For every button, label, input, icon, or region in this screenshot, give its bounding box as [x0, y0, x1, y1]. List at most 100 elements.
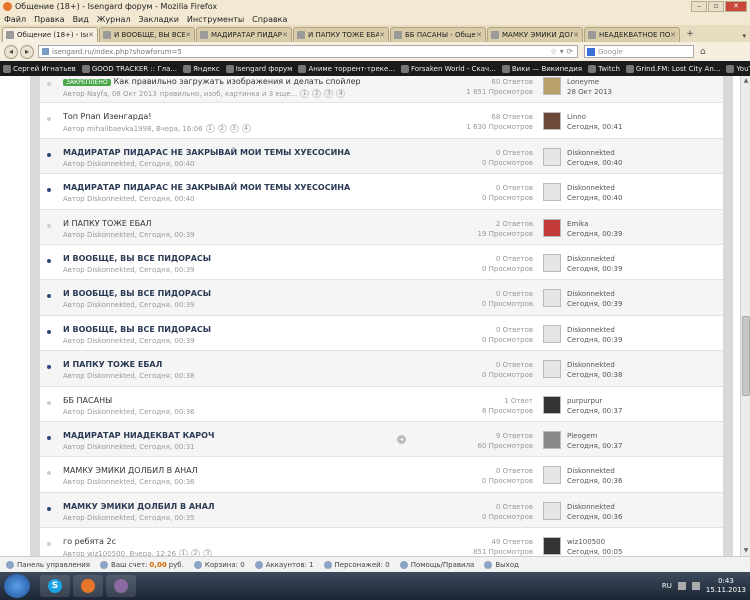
page-link[interactable]: 3: [324, 89, 334, 98]
page-link[interactable]: 1: [205, 124, 215, 134]
topic-row[interactable]: ББ ПАСАНЫ Автор Diskonnekted, Сегодня, 00…: [40, 387, 723, 422]
menu-tools[interactable]: Инструменты: [187, 15, 244, 24]
page-link[interactable]: 2: [191, 549, 201, 556]
close-tab-icon[interactable]: ✕: [282, 31, 288, 39]
close-tab-icon[interactable]: ✕: [379, 31, 385, 39]
tray-icon[interactable]: [677, 582, 686, 590]
clock[interactable]: 0:43 15.11.2013: [706, 577, 746, 595]
last-poster-link[interactable]: Diskonnekted: [567, 148, 622, 158]
last-poster-link[interactable]: Diskonnekted: [567, 254, 622, 264]
tab-4[interactable]: ББ ПАСАНЫ - Общени...✕: [390, 27, 486, 42]
cart-link[interactable]: Корзина: 0: [193, 560, 245, 569]
scroll-thumb[interactable]: [742, 316, 750, 396]
bookmark-item[interactable]: Forsaken World - Скач...: [400, 64, 496, 73]
list-all-tabs-icon[interactable]: ▾: [742, 32, 746, 40]
topic-title-link[interactable]: МАМКУ ЭМИКИ ДОЛБИЛ В АНАЛ: [63, 502, 215, 511]
topic-title-link[interactable]: МАДИРАТАР НИАДЕКВАТ КАРОЧ: [63, 431, 214, 440]
topic-title-link[interactable]: И ВООБЩЕ, ВЫ ВСЕ ПИДОРАСЫ: [63, 254, 211, 263]
page-link[interactable]: 1: [300, 89, 310, 98]
exit-link[interactable]: Выход: [484, 560, 519, 569]
last-poster-link[interactable]: Emika: [567, 219, 622, 229]
last-poster-link[interactable]: Diskonnekted: [567, 289, 622, 299]
address-bar[interactable]: isengard.ru/index.php?showforum=5 ☆ ▾ ⟳: [38, 45, 578, 58]
tab-0[interactable]: Общение (18+) - Isen...✕: [2, 27, 98, 42]
close-tab-icon[interactable]: ✕: [185, 31, 191, 39]
page-link[interactable]: 1: [179, 549, 189, 556]
menu-history[interactable]: Журнал: [97, 15, 131, 24]
topic-row[interactable]: И ВООБЩЕ, ВЫ ВСЕ ПИДОРАСЫ Автор Diskonnek…: [40, 316, 723, 352]
minimize-button[interactable]: –: [691, 1, 707, 12]
topic-title-link[interactable]: МАДИРАТАР ПИДАРАС НЕ ЗАКРЫВАЙ МОИ ТЕМЫ Х…: [63, 148, 350, 157]
back-icon[interactable]: ◂: [4, 44, 18, 59]
last-poster-link[interactable]: Diskonnekted: [567, 360, 622, 370]
search-box[interactable]: Google: [584, 45, 694, 58]
topic-title-link[interactable]: МАМКУ ЭМИКИ ДОЛБИЛ В АНАЛ: [63, 466, 198, 475]
page-link[interactable]: 3: [203, 549, 213, 556]
topic-row[interactable]: МАДИРАТАР ПИДАРАС НЕ ЗАКРЫВАЙ МОИ ТЕМЫ Х…: [40, 138, 723, 175]
topic-tags[interactable]: правильно, изоб, картинка и 3 еще...: [160, 90, 297, 98]
tab-1[interactable]: И ВООБЩЕ, ВЫ ВСЕ П...✕: [99, 27, 195, 42]
last-poster-link[interactable]: Diskonnekted: [567, 325, 622, 335]
avatar[interactable]: [543, 395, 561, 414]
page-link[interactable]: 3: [229, 124, 239, 134]
topic-row[interactable]: Топ Рпап Изенгарда! Автор mihailbaevka199…: [40, 103, 723, 139]
last-poster-link[interactable]: Pleogem: [567, 431, 622, 441]
bookmark-item[interactable]: Сергей Игнатьев: [3, 64, 76, 73]
tab-6[interactable]: НЕАДЕКВАТНОЕ ПОВЕ...✕: [584, 27, 680, 42]
bookmark-item[interactable]: Вики — Википедия: [501, 64, 582, 73]
tab-2[interactable]: МАДИРАТАР ПИДАРАС...✕: [196, 27, 292, 42]
menu-help[interactable]: Справка: [252, 15, 287, 24]
close-tab-icon[interactable]: ✕: [88, 31, 94, 39]
topic-row[interactable]: МАДИРАТАР НИАДЕКВАТ КАРОЧ Автор Diskonnek…: [40, 422, 723, 458]
home-icon[interactable]: ⌂: [700, 47, 706, 57]
accounts-link[interactable]: Аккаунтов: 1: [254, 560, 314, 569]
topic-title-link[interactable]: ЗАКРЕПЛЕНО Как правильно загружать изобра…: [63, 77, 361, 86]
site-identity-icon[interactable]: [42, 48, 49, 55]
avatar[interactable]: [543, 466, 561, 485]
topic-row[interactable]: ЗАКРЕПЛЕНО Как правильно загружать изобра…: [40, 76, 723, 104]
close-tab-icon[interactable]: ✕: [476, 31, 482, 39]
topic-title-link[interactable]: И ПАПКУ ТОЖЕ ЕБАЛ: [63, 219, 152, 228]
last-poster-link[interactable]: Diskonnekted: [567, 183, 622, 193]
topic-row[interactable]: МАМКУ ЭМИКИ ДОЛБИЛ В АНАЛ Автор Diskonnek…: [40, 492, 723, 529]
avatar[interactable]: [543, 147, 561, 166]
last-poster-link[interactable]: wiz100500: [567, 537, 622, 547]
topic-row[interactable]: МАДИРАТАР ПИДАРАС НЕ ЗАКРЫВАЙ МОИ ТЕМЫ Х…: [40, 174, 723, 210]
avatar[interactable]: [543, 218, 561, 237]
forward-icon[interactable]: ▸: [20, 44, 34, 59]
avatar[interactable]: [543, 289, 561, 308]
bookmark-item[interactable]: Яндекс: [183, 64, 220, 73]
avatar[interactable]: [543, 183, 561, 202]
bookmark-item[interactable]: Grind.FM: Lost City An...: [625, 64, 720, 73]
topic-row[interactable]: И ПАПКУ ТОЖЕ ЕБАЛ Автор Diskonnekted, Сег…: [40, 351, 723, 387]
avatar[interactable]: [543, 254, 561, 272]
menu-bookmarks[interactable]: Закладки: [138, 15, 178, 24]
account-balance[interactable]: Ваш счет: 0,00 руб.: [99, 560, 184, 569]
page-link[interactable]: 2: [312, 89, 322, 98]
avatar[interactable]: [543, 112, 561, 131]
avatar[interactable]: [543, 324, 561, 343]
topic-title-link[interactable]: Топ Рпап Изенгарда!: [63, 112, 152, 121]
last-poster-link[interactable]: purpurpur: [567, 396, 622, 406]
topic-row[interactable]: И ВООБЩЕ, ВЫ ВСЕ ПИДОРАСЫ Автор Diskonnek…: [40, 245, 723, 281]
bookmark-item[interactable]: Аниме торрент-треке...: [298, 64, 395, 73]
topic-title-link[interactable]: И ВООБЩЕ, ВЫ ВСЕ ПИДОРАСЫ: [63, 289, 211, 298]
bookmark-item[interactable]: Isengard форум: [225, 64, 292, 73]
avatar[interactable]: [543, 77, 561, 95]
topic-preview-icon[interactable]: ◂: [397, 435, 406, 444]
topic-row[interactable]: го ребята 2с Автор wiz100500, Вчера, 12:2…: [40, 528, 723, 556]
avatar[interactable]: [543, 501, 561, 520]
volume-icon[interactable]: [691, 582, 700, 590]
scroll-up-icon[interactable]: ▲: [742, 77, 750, 85]
topic-row[interactable]: МАМКУ ЭМИКИ ДОЛБИЛ В АНАЛ Автор Diskonnek…: [40, 457, 723, 493]
bookmark-item[interactable]: YouTube: [726, 64, 750, 73]
page-link[interactable]: 4: [241, 124, 251, 134]
bookmark-item[interactable]: GOOD TRACKER :: Гла...: [81, 64, 177, 73]
bookmark-item[interactable]: Twitch: [588, 64, 620, 73]
topic-title-link[interactable]: И ПАПКУ ТОЖЕ ЕБАЛ: [63, 360, 162, 369]
topic-title-link[interactable]: МАДИРАТАР ПИДАРАС НЕ ЗАКРЫВАЙ МОИ ТЕМЫ Х…: [63, 183, 350, 192]
topic-row[interactable]: И ВООБЩЕ, ВЫ ВСЕ ПИДОРАСЫ Автор Diskonnek…: [40, 280, 723, 316]
tab-3[interactable]: И ПАПКУ ТОЖЕ ЕБАЛ ...✕: [293, 27, 389, 42]
last-poster-link[interactable]: Loneyme: [567, 77, 612, 87]
topic-title-link[interactable]: И ВООБЩЕ, ВЫ ВСЕ ПИДОРАСЫ: [63, 325, 211, 334]
